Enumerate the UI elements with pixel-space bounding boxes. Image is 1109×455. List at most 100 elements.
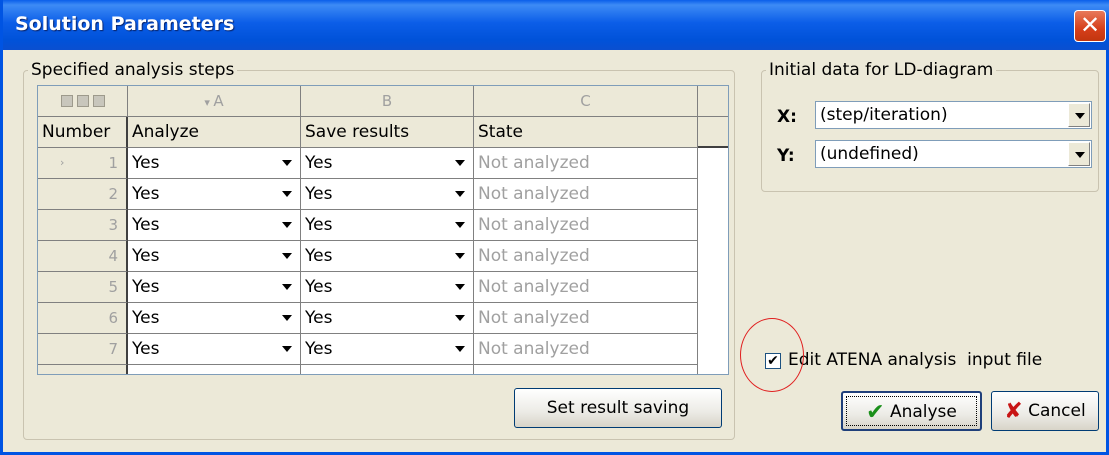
analyze-value: Yes — [132, 184, 160, 204]
row-number-label: 5 — [108, 278, 118, 296]
cancel-icon: ✘ — [1004, 399, 1023, 424]
row-number-label: 6 — [108, 309, 118, 327]
row-number-label: 2 — [108, 185, 118, 203]
column-header-state[interactable]: State — [474, 117, 698, 148]
edit-input-file-label[interactable]: Edit ATENA analysis input file — [788, 350, 1042, 370]
dropdown-arrow-icon[interactable] — [455, 191, 465, 197]
ld-diagram-legend: Initial data for LD-diagram — [769, 60, 994, 80]
y-axis-dropdown-button[interactable] — [1068, 142, 1090, 166]
x-axis-label: X: — [777, 107, 797, 127]
state-cell: Not analyzed — [474, 272, 698, 303]
analyze-value: Yes — [132, 153, 160, 173]
save-results-dropdown[interactable]: Yes — [301, 272, 474, 303]
row-number-label: 3 — [108, 216, 118, 234]
focus-rect — [846, 396, 977, 426]
state-cell: Not analyzed — [474, 303, 698, 334]
analyze-value: Yes — [132, 339, 160, 359]
analyze-dropdown[interactable]: Yes — [128, 241, 301, 272]
state-cell: Not analyzed — [474, 334, 698, 365]
analyze-dropdown[interactable]: Yes — [128, 148, 301, 179]
dropdown-arrow-icon[interactable] — [282, 346, 292, 352]
row-number-label: 7 — [108, 340, 118, 358]
save-results-value: Yes — [305, 308, 333, 328]
column-header-number[interactable]: Number — [38, 117, 128, 148]
grid-tool-icon[interactable] — [92, 95, 105, 107]
dropdown-arrow-icon[interactable] — [282, 191, 292, 197]
dropdown-arrow-icon[interactable] — [282, 222, 292, 228]
title-bar: Solution Parameters ✕ — [3, 0, 1109, 50]
y-axis-select[interactable]: (undefined) — [815, 140, 1092, 168]
analyze-value: Yes — [132, 215, 160, 235]
row-number[interactable]: 4 — [38, 241, 128, 272]
save-results-dropdown[interactable]: Yes — [301, 148, 474, 179]
grid-cell-partial — [128, 365, 301, 374]
grid-header-filler — [698, 117, 728, 148]
grid-cell-partial — [38, 365, 128, 374]
y-axis-label: Y: — [777, 146, 795, 166]
row-number[interactable]: 3 — [38, 210, 128, 241]
save-results-value: Yes — [305, 246, 333, 266]
grid-header-filler — [698, 86, 728, 117]
dropdown-arrow-icon[interactable] — [455, 160, 465, 166]
set-result-saving-button[interactable]: Set result saving — [514, 388, 722, 428]
grid-tool-icon[interactable] — [76, 95, 89, 107]
column-letter-a[interactable]: ▾ A — [128, 86, 301, 117]
dialog-title: Solution Parameters — [15, 13, 235, 35]
dropdown-arrow-icon[interactable] — [455, 222, 465, 228]
x-axis-value: (step/iteration) — [820, 105, 948, 125]
dropdown-arrow-icon[interactable] — [282, 160, 292, 166]
x-axis-select[interactable]: (step/iteration) — [815, 101, 1092, 129]
row-number[interactable]: 7 — [38, 334, 128, 365]
dropdown-arrow-icon[interactable] — [455, 253, 465, 259]
column-header-save-results[interactable]: Save results — [301, 117, 474, 148]
save-results-value: Yes — [305, 277, 333, 297]
red-highlight-circle — [740, 318, 804, 392]
analyze-dropdown[interactable]: Yes — [128, 210, 301, 241]
analyze-dropdown[interactable]: Yes — [128, 303, 301, 334]
analyse-button[interactable]: ✔ Analyse — [841, 391, 982, 431]
analyze-value: Yes — [132, 277, 160, 297]
save-results-dropdown[interactable]: Yes — [301, 179, 474, 210]
row-number[interactable]: 2 — [38, 179, 128, 210]
grid-cell-partial — [474, 365, 698, 374]
x-axis-dropdown-button[interactable] — [1068, 103, 1090, 127]
column-header-analyze[interactable]: Analyze — [128, 117, 301, 148]
column-letter-b[interactable]: B — [301, 86, 474, 117]
specified-analysis-steps-legend: Specified analysis steps — [31, 60, 235, 80]
state-cell: Not analyzed — [474, 179, 698, 210]
close-icon: ✕ — [1079, 11, 1101, 39]
analyze-value: Yes — [132, 308, 160, 328]
close-button[interactable]: ✕ — [1074, 10, 1106, 42]
row-number[interactable]: 6 — [38, 303, 128, 334]
grid-cell-partial — [301, 365, 474, 374]
save-results-dropdown[interactable]: Yes — [301, 303, 474, 334]
state-cell: Not analyzed — [474, 148, 698, 179]
save-results-value: Yes — [305, 339, 333, 359]
dropdown-arrow-icon[interactable] — [455, 346, 465, 352]
save-results-dropdown[interactable]: Yes — [301, 210, 474, 241]
row-number[interactable]: 5 — [38, 272, 128, 303]
analysis-steps-grid[interactable]: ▾ A B C Number Analyze Save results Stat… — [37, 85, 729, 375]
grid-corner-tools[interactable] — [38, 86, 128, 117]
analyze-dropdown[interactable]: Yes — [128, 334, 301, 365]
cancel-button[interactable]: ✘ Cancel — [991, 391, 1099, 431]
dropdown-arrow-icon[interactable] — [282, 284, 292, 290]
dropdown-arrow-icon[interactable] — [455, 284, 465, 290]
save-results-value: Yes — [305, 153, 333, 173]
y-axis-value: (undefined) — [820, 144, 919, 164]
analyze-dropdown[interactable]: Yes — [128, 272, 301, 303]
save-results-value: Yes — [305, 215, 333, 235]
save-results-dropdown[interactable]: Yes — [301, 334, 474, 365]
save-results-dropdown[interactable]: Yes — [301, 241, 474, 272]
column-letter-c[interactable]: C — [474, 86, 698, 117]
save-results-value: Yes — [305, 184, 333, 204]
dropdown-arrow-icon[interactable] — [455, 315, 465, 321]
grid-tool-icon[interactable] — [60, 95, 73, 107]
dropdown-arrow-icon[interactable] — [282, 253, 292, 259]
row-number-label: 4 — [108, 247, 118, 265]
analyze-value: Yes — [132, 246, 160, 266]
row-number[interactable]: › 1 — [38, 148, 128, 179]
dropdown-arrow-icon[interactable] — [282, 315, 292, 321]
analyze-dropdown[interactable]: Yes — [128, 179, 301, 210]
state-cell: Not analyzed — [474, 210, 698, 241]
